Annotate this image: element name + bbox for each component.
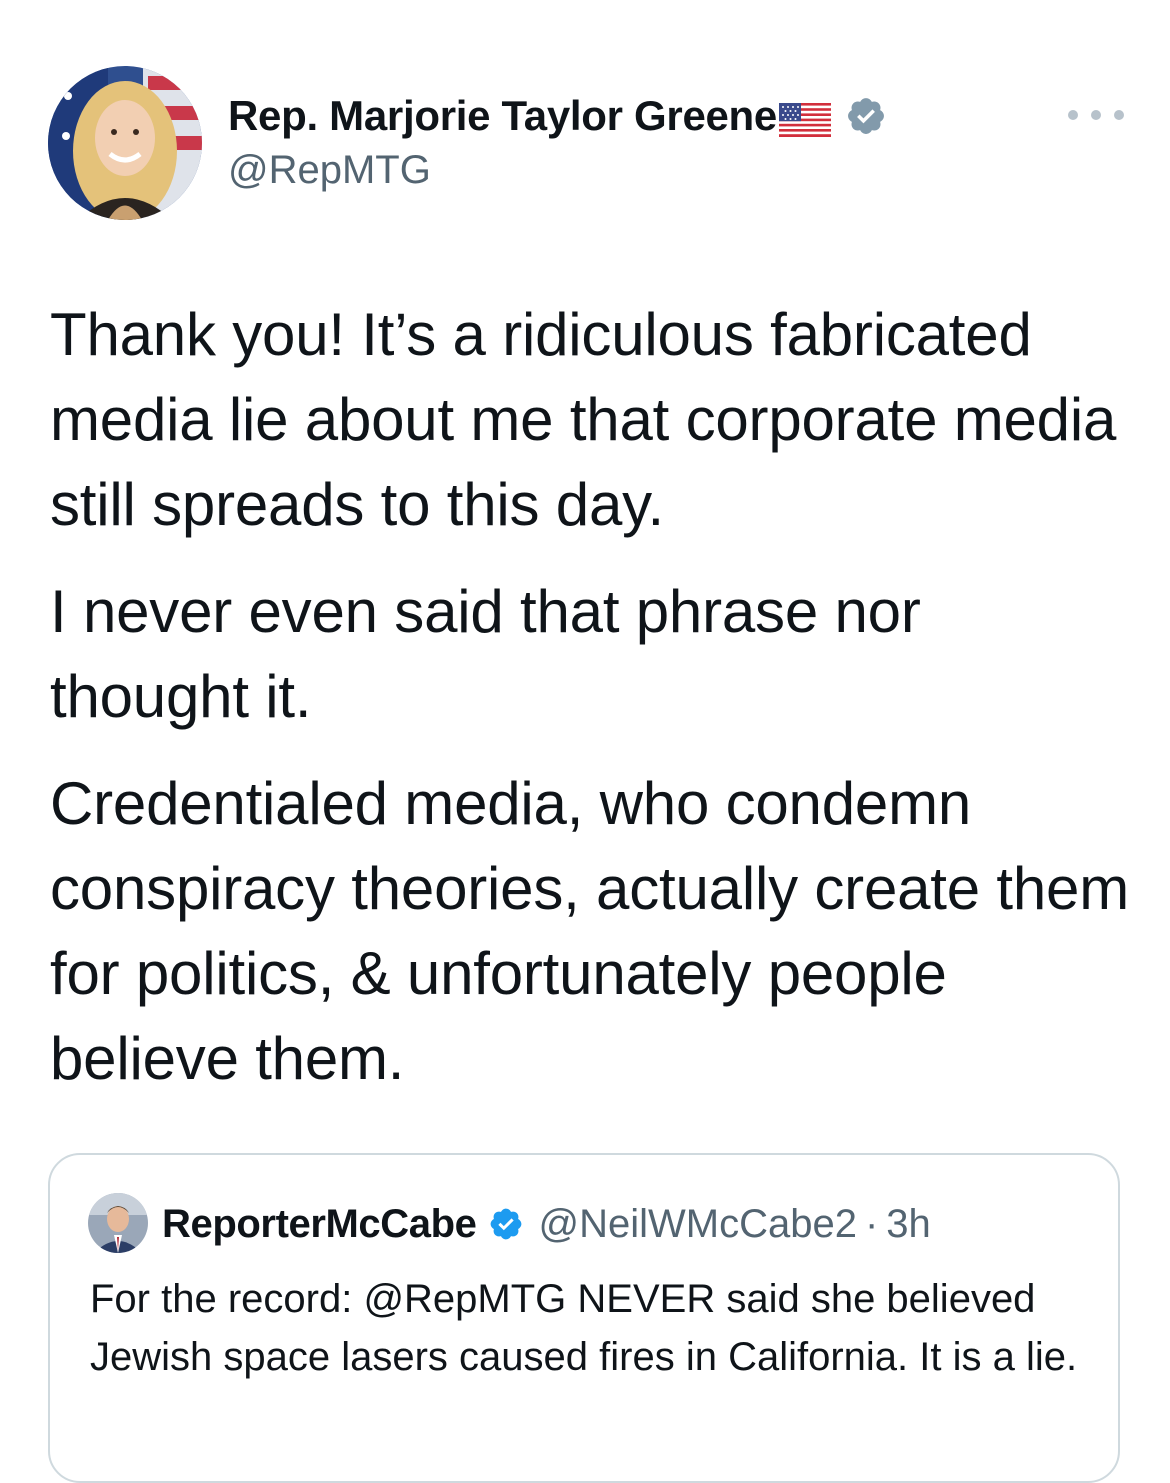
author-name-row[interactable]: Rep. Marjorie Taylor Greene — [228, 92, 887, 140]
verified-badge-icon[interactable] — [488, 1206, 524, 1242]
quote-timestamp[interactable]: 3h — [886, 1202, 931, 1247]
quote-author-avatar[interactable] — [88, 1193, 148, 1253]
tweet-paragraph: Thank you! It’s a ridiculous fabricated … — [50, 301, 1117, 538]
author-avatar[interactable] — [48, 66, 202, 220]
quote-author-handle[interactable]: @NeilWMcCabe2 — [538, 1202, 856, 1247]
quoted-tweet-card[interactable]: ReporterMcCabe @NeilWMcCabe2 · 3h For th… — [48, 1153, 1120, 1483]
author-name[interactable]: Rep. Marjorie Taylor Greene — [228, 92, 777, 140]
quote-header: ReporterMcCabe @NeilWMcCabe2 · 3h — [162, 1199, 931, 1249]
tweet: Rep. Marjorie Taylor Greene @RepMTG Than… — [0, 0, 1170, 1483]
more-options-icon[interactable] — [1068, 100, 1124, 130]
verified-badge-icon[interactable] — [845, 95, 887, 137]
tweet-text: Thank you! It’s a ridiculous fabricated … — [50, 292, 1130, 1101]
more-dot — [1068, 110, 1078, 120]
quote-separator: · — [864, 1201, 879, 1246]
tweet-paragraph: Credentialed media, who condemn conspira… — [50, 770, 1129, 1092]
us-flag-icon — [778, 99, 831, 137]
tweet-paragraph: I never even said that phrase nor though… — [50, 578, 921, 730]
author-handle[interactable]: @RepMTG — [228, 148, 431, 193]
more-dot — [1091, 110, 1101, 120]
quote-text: For the record: @RepMTG NEVER said she b… — [90, 1277, 1078, 1379]
quote-author-name[interactable]: ReporterMcCabe — [162, 1202, 477, 1247]
more-dot — [1114, 110, 1124, 120]
